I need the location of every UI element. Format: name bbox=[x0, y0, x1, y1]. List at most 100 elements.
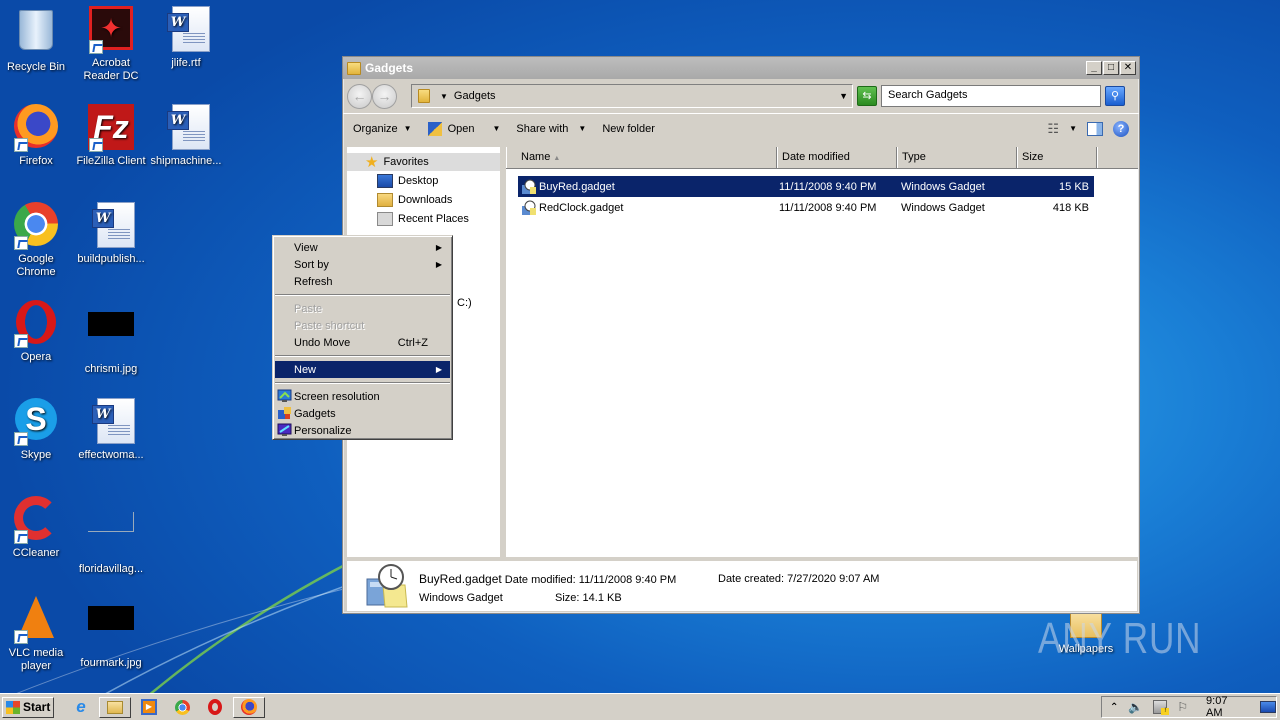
nav-recent-places[interactable]: Recent Places bbox=[347, 209, 500, 228]
menu-item-sort-by[interactable]: Sort by ▶ bbox=[275, 256, 450, 273]
icon-label: floridavillag... bbox=[78, 563, 144, 575]
anyrun-watermark: ANY RUN bbox=[1038, 614, 1202, 663]
share-with-label: Share with bbox=[516, 122, 569, 135]
desktop-icon-floridavillag[interactable]: floridavillag... bbox=[73, 496, 149, 576]
desktop-icon-firefox[interactable]: Firefox bbox=[0, 104, 74, 168]
file-size: 15 KB bbox=[1059, 180, 1089, 193]
icon-label: Acrobat Reader DC bbox=[83, 57, 139, 82]
taskbar-chrome[interactable] bbox=[167, 697, 197, 718]
windows-explorer-icon bbox=[107, 700, 123, 714]
view-options-dropdown-icon[interactable]: ▼ bbox=[1069, 124, 1077, 133]
clock[interactable]: 9:07 AM bbox=[1206, 695, 1246, 719]
desktop-icon-filezilla[interactable]: Fz FileZilla Client bbox=[73, 104, 149, 168]
show-hidden-icons-button[interactable]: ⌃ bbox=[1110, 702, 1118, 713]
icon-label: buildpublish... bbox=[77, 253, 145, 265]
star-icon: ★ bbox=[365, 154, 379, 171]
taskbar-internet-explorer[interactable]: e bbox=[66, 697, 96, 718]
nav-favorites[interactable]: ★ Favorites bbox=[347, 153, 500, 171]
title-bar[interactable]: Gadgets _ □ ✕ bbox=[343, 57, 1139, 79]
word-document-icon bbox=[87, 202, 135, 250]
desktop-icon-ccleaner[interactable]: CCleaner bbox=[0, 496, 74, 560]
address-dropdown-icon[interactable]: ▼ bbox=[839, 91, 848, 101]
taskbar-opera[interactable] bbox=[200, 697, 230, 718]
file-row[interactable]: BuyRed.gadget 11/11/2008 9:40 PM Windows… bbox=[518, 176, 1094, 197]
details-date-modified-label: Date modified: bbox=[504, 574, 576, 586]
menu-item-refresh[interactable]: Refresh bbox=[275, 273, 450, 290]
refresh-icon[interactable]: ⇆ bbox=[857, 86, 877, 106]
close-button[interactable]: ✕ bbox=[1120, 61, 1136, 75]
help-icon[interactable]: ? bbox=[1113, 120, 1129, 137]
menu-item-personalize[interactable]: Personalize bbox=[275, 422, 450, 439]
desktop-icon-effectwoma[interactable]: effectwoma... bbox=[73, 398, 149, 462]
nav-desktop[interactable]: Desktop bbox=[347, 171, 500, 190]
start-button[interactable]: Start bbox=[2, 696, 54, 718]
desktop-icon-shipmachine[interactable]: shipmachine... bbox=[148, 104, 224, 168]
menu-item-new[interactable]: New ▶ bbox=[275, 361, 450, 378]
desktop-icon-acrobat[interactable]: ✦ Acrobat Reader DC bbox=[73, 6, 149, 83]
firefox-icon bbox=[241, 699, 257, 715]
menu-item-view[interactable]: View ▶ bbox=[275, 239, 450, 256]
menu-item-undo-move[interactable]: Undo Move Ctrl+Z bbox=[275, 334, 450, 351]
column-header-type[interactable]: Type bbox=[897, 147, 1017, 168]
taskbar-windows-explorer[interactable] bbox=[99, 696, 131, 718]
menu-item-paste-shortcut: Paste shortcut bbox=[275, 317, 450, 334]
desktop-icon-opera[interactable]: Opera bbox=[0, 300, 74, 364]
screen-resolution-icon bbox=[277, 389, 292, 403]
file-row[interactable]: RedClock.gadget 11/11/2008 9:40 PM Windo… bbox=[518, 197, 1094, 218]
view-list-icon[interactable]: ☷ bbox=[1047, 121, 1059, 137]
nav-desktop-label: Desktop bbox=[398, 174, 439, 187]
minimize-button[interactable]: _ bbox=[1086, 61, 1102, 75]
menu-label: Undo Move bbox=[294, 336, 351, 349]
column-header-size[interactable]: Size bbox=[1017, 147, 1097, 168]
personalize-icon bbox=[277, 423, 292, 437]
file-date: 11/11/2008 9:40 PM bbox=[779, 180, 877, 193]
network-warning-icon[interactable]: ! bbox=[1153, 700, 1170, 715]
menu-label: Paste bbox=[294, 302, 323, 315]
search-icon[interactable]: ⚲ bbox=[1105, 86, 1125, 106]
menu-item-screen-resolution[interactable]: Screen resolution bbox=[275, 388, 450, 405]
menu-label: Refresh bbox=[294, 275, 333, 288]
submenu-arrow-icon: ▶ bbox=[435, 260, 442, 269]
desktop-icon-chrome[interactable]: Google Chrome bbox=[0, 202, 74, 279]
search-input[interactable]: Search Gadgets bbox=[881, 85, 1101, 107]
menu-separator bbox=[275, 382, 450, 384]
desktop-icon-vlc[interactable]: VLC media player bbox=[0, 594, 74, 673]
back-button[interactable]: ← bbox=[347, 83, 372, 109]
forward-button[interactable]: → bbox=[372, 83, 397, 109]
desktop-icon-buildpublish[interactable]: buildpublish... bbox=[73, 202, 149, 266]
preview-pane-icon[interactable] bbox=[1087, 121, 1103, 136]
icon-label: VLC media player bbox=[8, 647, 64, 672]
desktop-icon-fourmark[interactable]: fourmark.jpg bbox=[73, 594, 149, 670]
chrome-icon bbox=[12, 202, 60, 250]
column-name-label: Name bbox=[521, 151, 551, 163]
nav-local-disk-partial[interactable]: C:) bbox=[457, 297, 472, 309]
new-folder-button[interactable]: New folder bbox=[602, 123, 655, 135]
volume-icon[interactable]: 🔈 bbox=[1128, 700, 1143, 714]
column-header-date[interactable]: Date modified bbox=[777, 147, 897, 168]
taskbar-media-player[interactable]: ▶ bbox=[134, 697, 164, 718]
menu-item-gadgets[interactable]: Gadgets bbox=[275, 405, 450, 422]
action-center-flag-icon[interactable]: ⚐ bbox=[1177, 700, 1188, 714]
shortcut-arrow-icon bbox=[14, 334, 28, 348]
show-desktop-icon[interactable] bbox=[1260, 701, 1277, 713]
taskbar-firefox[interactable] bbox=[233, 696, 265, 718]
word-document-icon bbox=[162, 104, 210, 152]
icon-label: Recycle Bin bbox=[6, 61, 66, 73]
open-button[interactable]: Open ▼ bbox=[427, 121, 500, 136]
desktop-icon-recycle-bin[interactable]: Recycle Bin bbox=[0, 6, 74, 74]
breadcrumb-chevron-icon[interactable]: ▼ bbox=[440, 92, 448, 101]
nav-downloads[interactable]: Downloads bbox=[347, 190, 500, 209]
desktop-icon-skype[interactable]: S Skype bbox=[0, 398, 74, 462]
desktop-icon-jlife[interactable]: jlife.rtf bbox=[148, 6, 224, 70]
organize-button[interactable]: Organize ▼ bbox=[353, 123, 412, 135]
chevron-down-icon[interactable]: ▼ bbox=[492, 124, 500, 133]
address-bar[interactable]: ▼ Gadgets ▼ bbox=[411, 84, 853, 108]
skype-icon: S bbox=[12, 398, 60, 446]
image-file-icon bbox=[87, 312, 135, 360]
column-header-name[interactable]: Name ▲ bbox=[506, 147, 777, 168]
taskbar: Start e ▶ ⌃ 🔈 ! ⚐ 9:07 AM bbox=[0, 693, 1280, 720]
breadcrumb-gadgets[interactable]: Gadgets bbox=[454, 90, 496, 102]
desktop-icon-chrismi[interactable]: chrismi.jpg bbox=[73, 300, 149, 376]
share-with-button[interactable]: Share with ▼ bbox=[516, 123, 586, 135]
maximize-button[interactable]: □ bbox=[1103, 61, 1119, 75]
